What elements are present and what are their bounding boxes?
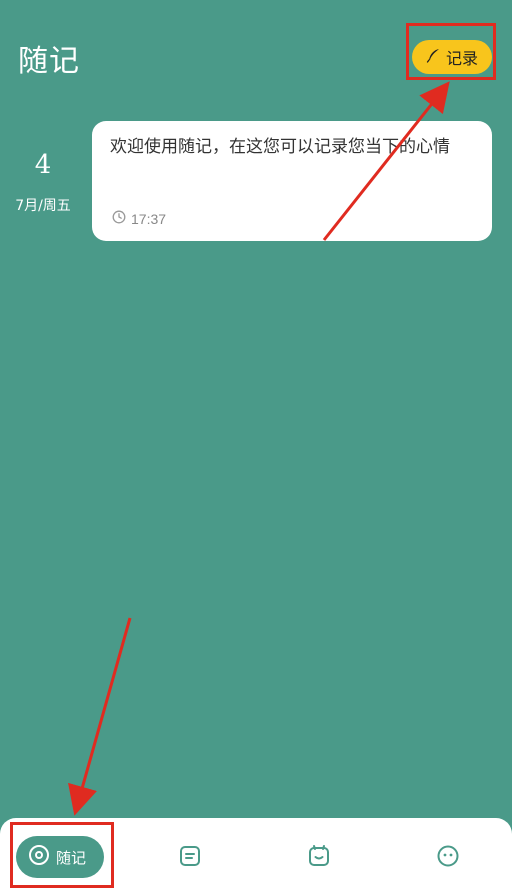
annotation-box-record [406,23,496,80]
clock-icon [112,210,126,227]
entry-day: 4 [34,150,52,180]
mood-icon [307,845,331,872]
entry-card[interactable]: 欢迎使用随记，在这您可以记录您当下的心情 17:37 [92,121,492,241]
page-title: 随记 [18,44,80,79]
nav-item-note[interactable] [178,844,202,868]
entry-time-text: 17:37 [131,210,167,227]
annotation-box-nav [10,822,114,888]
note-icon [178,846,202,872]
nav-item-mood[interactable] [307,844,331,868]
face-icon [436,845,460,872]
nav-item-face[interactable] [436,844,460,868]
entry-time: 17:37 [112,210,166,227]
entry-text: 欢迎使用随记，在这您可以记录您当下的心情 [110,137,450,157]
entry-month-weekday: 7月/周五 [15,198,71,214]
annotation-arrow-down [68,617,132,816]
